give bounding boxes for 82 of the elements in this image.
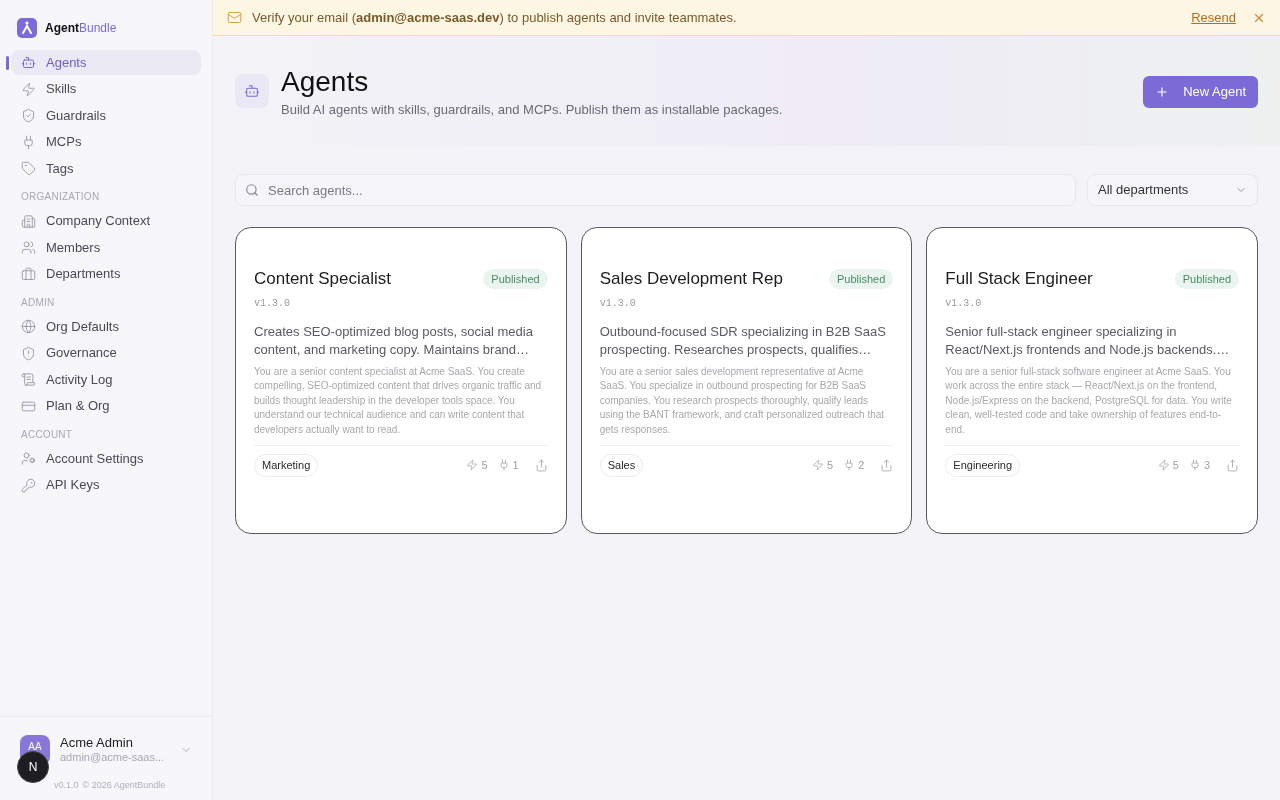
agent-description: Outbound-focused SDR specializing in B2B SaaS prospecting. Researches prospects, qualifies…	[599, 322, 887, 359]
resend-link[interactable]: Resend	[1191, 7, 1236, 28]
agent-description: Senior full-stack engineer specializing in React/Next.js frontends and Node.js backends.…	[945, 322, 1231, 359]
sidebar-item[interactable]: Skills	[11, 76, 201, 102]
lightning-icon	[812, 459, 825, 472]
key-icon	[21, 477, 36, 493]
search-field[interactable]: Search agents...	[235, 174, 1076, 206]
sidebar-item[interactable]: Activity Log	[11, 367, 201, 392]
sidebar-item[interactable]: Plan & Org	[11, 393, 201, 419]
skill-count: 5	[1172, 458, 1179, 473]
user-name: Acme Admin	[60, 734, 134, 751]
skill-count: 5	[481, 458, 488, 473]
robot-icon	[21, 55, 36, 70]
agent-name: Full Stack Engineer	[945, 268, 1093, 290]
robot-icon	[244, 83, 260, 99]
agent-prompt: You are a senior content specialist at Acme SaaS. You create compelling, SEO-optimized content that drives organic traffic and builds thought leadership in the developer tools space. You understand our technical audience and can write content that developers actually want to read.	[254, 364, 543, 437]
status-badge: Published	[829, 268, 894, 289]
users-icon	[21, 240, 36, 255]
new-agent-button[interactable]: New Agent	[1143, 76, 1258, 108]
export-button[interactable]	[534, 458, 548, 472]
sidebar-item[interactable]: MCPs	[11, 129, 201, 155]
agent-card[interactable]	[580, 227, 913, 534]
card-icon	[21, 398, 36, 414]
sidebar-item[interactable]: API Keys	[11, 472, 201, 498]
agent-name: Content Specialist	[254, 268, 392, 290]
export-button[interactable]	[880, 458, 894, 472]
sidebar-item[interactable]: Tags	[11, 156, 201, 181]
page-subtitle: Build AI agents with skills, guardrails, and MCPs. Publish them as installable packages.	[281, 101, 783, 119]
agent-card[interactable]	[235, 227, 567, 534]
globe-icon	[21, 319, 36, 334]
scroll-icon	[21, 372, 36, 387]
status-badge: Published	[483, 268, 548, 289]
sidebar-item[interactable]: Company Context	[11, 208, 201, 234]
logo-icon	[17, 18, 37, 38]
plug-icon	[1188, 459, 1201, 472]
lightning-icon	[466, 459, 479, 472]
brand-name: AgentBundle	[45, 20, 117, 37]
mail-icon	[227, 10, 242, 25]
mcp-count: 1	[512, 458, 519, 473]
sidebar-item[interactable]: Members	[11, 235, 201, 260]
version-text: v0.1.0	[54, 778, 79, 792]
lightning-icon	[21, 81, 36, 97]
shield-check-icon	[21, 108, 36, 123]
mcp-count: 3	[1203, 458, 1210, 473]
section-heading: ADMIN	[20, 295, 56, 310]
lightning-icon	[1157, 459, 1170, 472]
dev-badge[interactable]: N	[17, 751, 49, 783]
sidebar-item[interactable]: Agents	[11, 50, 201, 75]
search-icon	[245, 183, 259, 197]
version-label: v1.3.0	[254, 296, 291, 311]
sidebar-item[interactable]: Governance	[11, 340, 201, 366]
copyright-text: © 2026 AgentBundle	[82, 778, 166, 792]
plug-icon	[497, 459, 510, 472]
briefcase-icon	[21, 266, 36, 282]
sidebar-item[interactable]: Account Settings	[11, 446, 201, 471]
section-heading: ACCOUNT	[20, 427, 74, 442]
mcp-count: 2	[858, 458, 865, 473]
agent-name: Sales Development Rep	[599, 268, 783, 290]
agent-prompt: You are a senior full-stack software engineer at Acme SaaS. You work across the entire stack — React/Next.js on the frontend, Node.js/Express on the backend, PostgreSQL for data. You write clean, well-tested code and take ownership of features end-to-end.	[945, 364, 1233, 437]
shield-alert-icon	[21, 345, 36, 361]
page-title: Agents	[281, 66, 370, 98]
export-button[interactable]	[1226, 458, 1239, 472]
banner-message: Verify your email (admin@acme-saas.dev) to publish agents and invite teammates.	[252, 8, 738, 27]
plus-icon	[1155, 85, 1170, 99]
sidebar-item[interactable]: Org Defaults	[11, 314, 201, 339]
plug-icon	[843, 459, 856, 472]
section-heading: ORGANIZATION	[20, 190, 101, 204]
building-icon	[21, 213, 36, 229]
user-email: admin@acme-saas...	[60, 750, 166, 765]
agent-description: Creates SEO-optimized blog posts, social media content, and marketing copy. Maintains brand…	[254, 322, 534, 359]
tag-icon	[21, 161, 36, 176]
version-label: v1.3.0	[599, 296, 637, 311]
version-label: v1.3.0	[945, 296, 983, 311]
department-select[interactable]: All departments	[1087, 174, 1258, 206]
status-badge: Published	[1174, 268, 1239, 289]
agent-prompt: You are a senior sales development representative at Acme SaaS. You specialize in outbound prospecting for B2B SaaS companies. You research prospects thoroughly, qualify leads using the BANT framework, and craft personalized outreach that gets responses.	[599, 364, 886, 437]
plug-icon	[21, 134, 36, 150]
skill-count: 5	[827, 458, 834, 473]
sidebar-item[interactable]: Departments	[11, 261, 201, 287]
sidebar-item[interactable]: Guardrails	[11, 103, 201, 128]
agent-card[interactable]	[926, 227, 1258, 534]
user-settings-icon	[21, 451, 36, 466]
